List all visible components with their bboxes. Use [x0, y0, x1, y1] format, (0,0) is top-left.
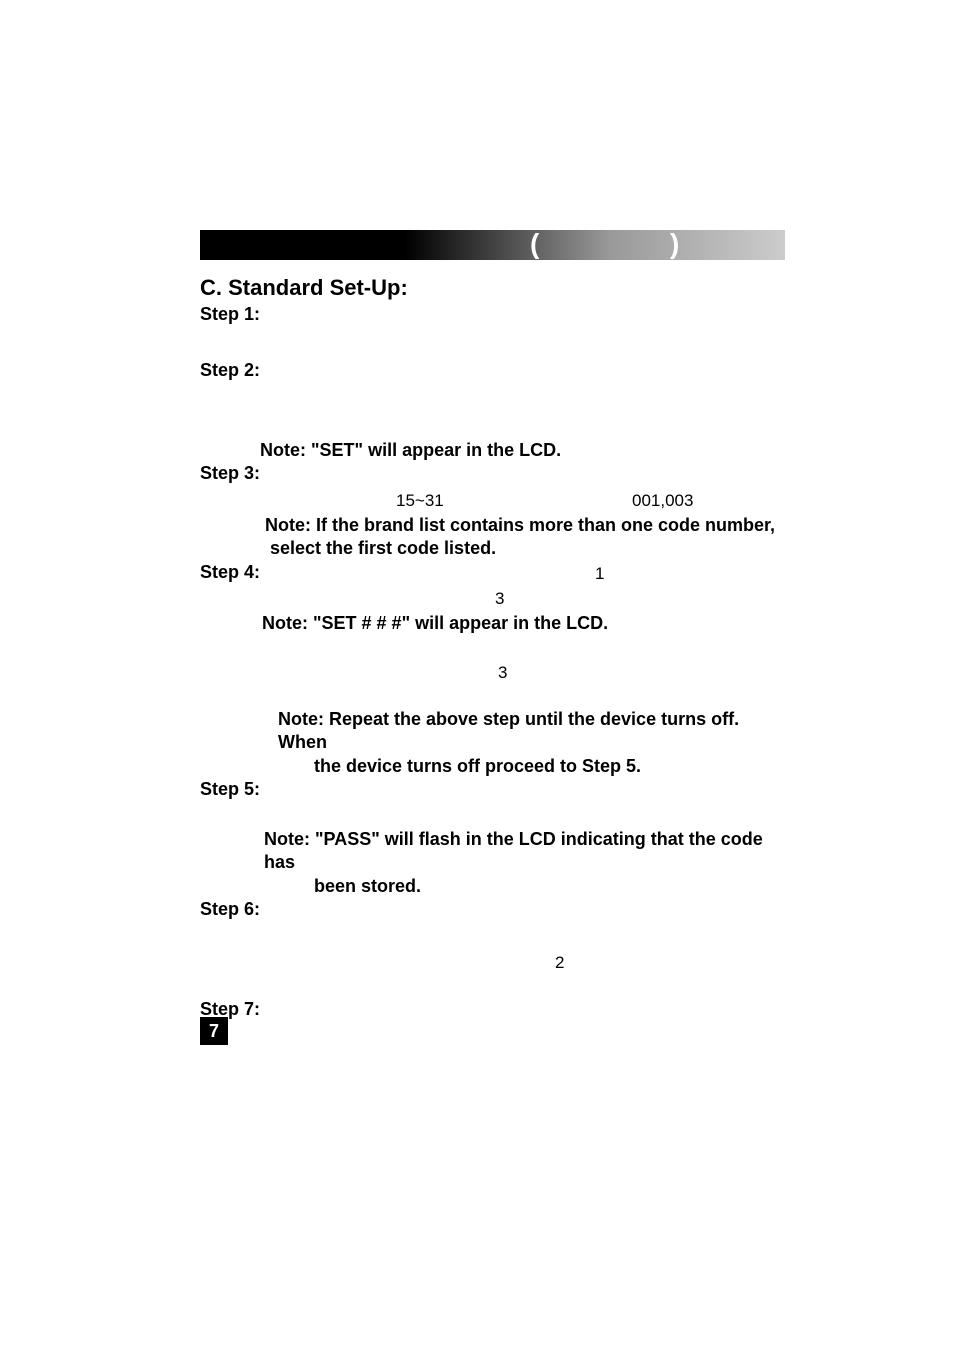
page-number: 7 — [200, 1017, 228, 1045]
value-range: 15~31 — [396, 490, 444, 512]
step-4-label: Step 4: — [200, 562, 260, 582]
step-6-label: Step 6: — [200, 899, 260, 919]
section-title: C. Standard Set-Up: — [200, 275, 785, 301]
note-pass-b: been stored. — [314, 875, 785, 898]
value-three-b: 3 — [498, 662, 507, 684]
note-repeat-b: the device turns off proceed to Step 5. — [314, 755, 785, 778]
value-three-a: 3 — [495, 588, 504, 610]
step-7-label: Step 7: — [200, 999, 260, 1019]
note-set: Note: "SET" will appear in the LCD. — [260, 439, 785, 462]
note-pass: Note: "PASS" will flash in the LCD indic… — [264, 828, 785, 875]
step-3-label: Step 3: — [200, 463, 260, 483]
value-two: 2 — [555, 952, 564, 974]
header-paren-close: ) — [670, 228, 679, 260]
note-brand-list: Note: If the brand list contains more th… — [265, 514, 785, 537]
step-1-label: Step 1: — [200, 304, 260, 324]
value-codes: 001,003 — [632, 490, 693, 512]
step-2-label: Step 2: — [200, 360, 260, 380]
note-set-hash: Note: "SET # # #" will appear in the LCD… — [262, 612, 785, 635]
section-header-bar: ( ) — [200, 230, 785, 260]
value-one: 1 — [595, 563, 604, 585]
page-content: ( ) C. Standard Set-Up: Step 1: Step 2: … — [200, 230, 785, 1025]
note-brand-list-b: select the first code listed. — [270, 537, 785, 560]
step-5-label: Step 5: — [200, 779, 260, 799]
note-repeat: Note: Repeat the above step until the de… — [278, 708, 785, 755]
header-paren-open: ( — [530, 228, 539, 260]
